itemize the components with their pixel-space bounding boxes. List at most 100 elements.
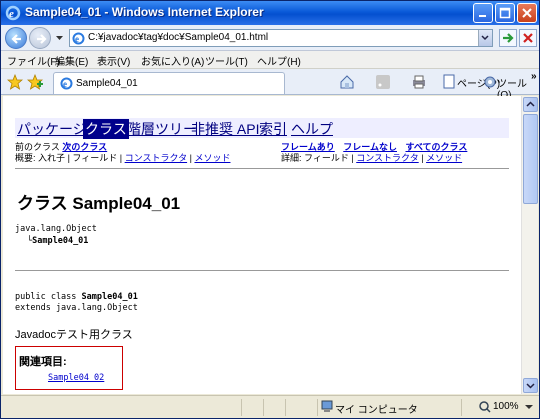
- summary-method-link[interactable]: メソッド: [194, 153, 230, 163]
- stop-icon: [523, 33, 533, 43]
- detail-sep: |: [421, 153, 424, 163]
- vertical-scrollbar[interactable]: [521, 96, 538, 394]
- summary-sep: |: [189, 153, 192, 163]
- status-divider: [461, 399, 462, 416]
- detail-row: 詳細: フィールド | コンストラクタ | メソッド: [281, 151, 462, 164]
- status-bar: マイ コンピュータ 100%: [1, 395, 539, 418]
- add-favorites-icon[interactable]: [27, 74, 43, 90]
- tools-gear-icon[interactable]: [483, 74, 497, 90]
- zoom-dropdown-icon[interactable]: [525, 405, 533, 411]
- see-also-link[interactable]: Sample04_02: [48, 373, 104, 383]
- go-button[interactable]: [499, 29, 517, 47]
- address-url[interactable]: C:¥javadoc¥tag¥doc¥Sample04_01.html: [88, 32, 268, 43]
- hierarchy-child: └Sample04_01: [27, 236, 88, 246]
- detail-field: フィールド: [304, 153, 349, 163]
- status-divider: [263, 399, 264, 416]
- menu-help[interactable]: ヘルプ(H): [257, 53, 301, 68]
- class-declaration: public class Sample04_01: [15, 292, 138, 302]
- zoom-icon[interactable]: [479, 401, 491, 413]
- print-icon[interactable]: [411, 74, 427, 90]
- forward-button[interactable]: [29, 27, 51, 49]
- see-also-box: 関連項目: Sample04_02: [15, 346, 123, 390]
- more-commands-chevron[interactable]: »: [531, 71, 537, 82]
- nav-deprecated[interactable]: 非推奨 API: [191, 119, 259, 139]
- hierarchy-child-name: Sample04_01: [32, 236, 89, 246]
- maximize-icon: [499, 7, 511, 19]
- nav-help[interactable]: ヘルプ: [291, 119, 333, 139]
- detail-label: 詳細:: [281, 153, 302, 163]
- menu-file[interactable]: ファイル(F): [7, 53, 60, 68]
- rss-feed-icon[interactable]: [375, 74, 391, 90]
- scroll-thumb[interactable]: [523, 114, 538, 204]
- browser-window: e Sample04_01 - Windows Internet Explore…: [0, 0, 540, 419]
- page-menu-icon[interactable]: [443, 74, 457, 90]
- detail-method-link[interactable]: メソッド: [426, 153, 462, 163]
- summary-sep: |: [67, 153, 70, 163]
- summary-field: フィールド: [72, 153, 118, 163]
- menu-tools[interactable]: ツール(T): [205, 53, 248, 68]
- tab-bar: e Sample04_01 ページ(P) ツール(O) »: [1, 69, 539, 101]
- divider: [15, 168, 509, 169]
- page-content: パッケージ クラス 階層ツリー 非推奨 API 索引 ヘルプ 前のクラス 次のク…: [3, 96, 521, 394]
- title-bar[interactable]: e Sample04_01 - Windows Internet Explore…: [1, 1, 539, 25]
- summary-sep: |: [119, 153, 123, 163]
- svg-text:e: e: [63, 79, 67, 89]
- back-arrow-icon: [11, 34, 21, 44]
- extends-line: extends java.lang.Object: [15, 303, 138, 313]
- svg-text:e: e: [9, 8, 14, 20]
- close-button[interactable]: [517, 3, 537, 23]
- declaration-name: Sample04_01: [81, 292, 138, 302]
- summary-row: 概要: 入れ子 | フィールド | コンストラクタ | メソッド: [15, 151, 230, 164]
- menu-bar: ファイル(F) 編集(E) 表示(V) お気に入り(A) ツール(T) ヘルプ(…: [1, 51, 539, 69]
- menu-favorites[interactable]: お気に入り(A): [141, 53, 204, 68]
- status-divider: [285, 399, 286, 416]
- detail-sep: |: [351, 153, 354, 163]
- doc-nav-bar: パッケージ クラス 階層ツリー 非推奨 API 索引 ヘルプ: [15, 118, 509, 139]
- menu-view[interactable]: 表示(V): [97, 53, 130, 68]
- status-divider: [241, 399, 242, 416]
- address-bar[interactable]: e C:¥javadoc¥tag¥doc¥Sample04_01.html: [69, 29, 493, 47]
- menu-edit[interactable]: 編集(E): [55, 53, 88, 68]
- summary-nested: 入れ子: [38, 153, 66, 163]
- recent-pages-dropdown-icon[interactable]: [55, 33, 64, 42]
- computer-zone-icon: [321, 400, 333, 412]
- zoom-level[interactable]: 100%: [493, 401, 519, 412]
- hierarchy-parent: java.lang.Object: [15, 224, 97, 234]
- favorites-star-icon[interactable]: [7, 74, 23, 90]
- back-button[interactable]: [5, 27, 27, 49]
- chevron-down-icon: [526, 383, 535, 389]
- scroll-up-button[interactable]: [523, 97, 538, 112]
- minimize-icon: [479, 15, 486, 17]
- minimize-button[interactable]: [473, 3, 493, 23]
- window-title: Sample04_01 - Windows Internet Explorer: [25, 5, 264, 19]
- home-icon[interactable]: [339, 74, 355, 90]
- maximize-button[interactable]: [495, 3, 515, 23]
- nav-index[interactable]: 索引: [259, 119, 287, 139]
- tab-sample04-01[interactable]: e Sample04_01: [53, 72, 285, 94]
- page-icon: e: [60, 77, 73, 90]
- go-arrow-icon: [503, 33, 514, 43]
- nav-class: クラス: [83, 119, 129, 139]
- page-icon: e: [72, 32, 85, 45]
- security-zone: マイ コンピュータ: [335, 405, 418, 416]
- declaration-prefix: public class: [15, 292, 82, 302]
- detail-constructor-link[interactable]: コンストラクタ: [356, 153, 418, 163]
- address-dropdown-button[interactable]: [478, 30, 492, 46]
- forward-arrow-icon: [37, 34, 47, 44]
- summary-label: 概要:: [15, 153, 36, 163]
- stop-button[interactable]: [519, 29, 537, 47]
- tab-label: Sample04_01: [76, 78, 138, 89]
- divider: [15, 270, 509, 271]
- address-row: e C:¥javadoc¥tag¥doc¥Sample04_01.html: [1, 25, 539, 51]
- see-also-label: 関連項目:: [19, 356, 67, 368]
- nav-tree[interactable]: 階層ツリー: [127, 119, 197, 139]
- summary-constructor-link[interactable]: コンストラクタ: [125, 153, 187, 163]
- class-description: Javadocテスト用クラス: [15, 329, 133, 341]
- nav-package[interactable]: パッケージ: [17, 119, 87, 139]
- chevron-down-icon: [481, 35, 489, 41]
- scroll-down-button[interactable]: [523, 378, 538, 393]
- svg-text:e: e: [75, 34, 79, 44]
- close-icon: [522, 8, 532, 18]
- chevron-up-icon: [526, 101, 535, 107]
- internet-explorer-icon: e: [5, 5, 21, 21]
